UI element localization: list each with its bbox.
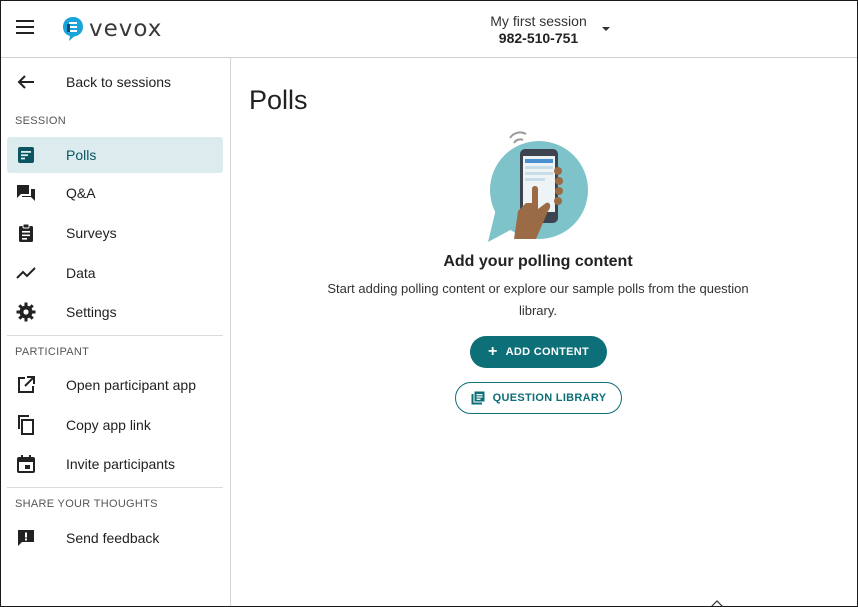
back-to-sessions-link[interactable]: Back to sessions	[7, 64, 223, 100]
page-title: Polls	[249, 85, 308, 115]
calendar-icon	[16, 454, 36, 474]
section-session-label: SESSION	[15, 115, 67, 127]
sidebar-item-label: Invite participants	[66, 456, 175, 472]
session-name: My first session	[490, 13, 587, 29]
hamburger-menu-icon[interactable]	[16, 20, 36, 36]
sidebar: Back to sessions SESSION Polls Q&A Surve…	[1, 58, 231, 606]
sidebar-divider	[7, 487, 223, 488]
back-label: Back to sessions	[66, 74, 172, 90]
vevox-logo[interactable]: vevox	[62, 16, 162, 42]
open-external-icon	[16, 375, 36, 395]
section-participant-label: PARTICIPANT	[15, 346, 90, 358]
sidebar-item-label: Data	[66, 265, 96, 281]
sidebar-item-data[interactable]: Data	[7, 255, 223, 291]
question-library-button[interactable]: QUESTION LIBRARY	[455, 382, 622, 414]
sidebar-item-label: Send feedback	[66, 530, 160, 546]
session-code: 982-510-751	[498, 30, 579, 46]
sidebar-item-qa[interactable]: Q&A	[7, 175, 223, 211]
add-content-label: ADD CONTENT	[505, 346, 589, 358]
sidebar-item-polls[interactable]: Polls	[7, 137, 223, 173]
sidebar-item-send-feedback[interactable]: Send feedback	[7, 520, 223, 556]
gear-icon	[16, 302, 36, 322]
plus-icon: +	[487, 343, 498, 360]
sidebar-item-invite-participants[interactable]: Invite participants	[7, 446, 223, 482]
library-icon	[471, 391, 485, 405]
sidebar-item-label: Settings	[66, 304, 117, 320]
session-selector[interactable]: My first session 982-510-751	[471, 13, 606, 47]
arrow-left-icon	[16, 72, 36, 92]
sidebar-item-open-participant-app[interactable]: Open participant app	[7, 367, 223, 403]
vevox-logo-icon	[63, 17, 83, 41]
qa-icon	[16, 183, 36, 203]
copy-icon	[16, 415, 36, 435]
chevron-up-icon[interactable]	[710, 599, 724, 607]
sidebar-divider	[7, 335, 223, 336]
main-content: Polls Add your polling content Start add…	[232, 58, 857, 606]
sidebar-item-label: Copy app link	[66, 417, 151, 433]
app-window: vevox My first session 982-510-751 Back …	[0, 0, 858, 607]
sidebar-item-surveys[interactable]: Surveys	[7, 215, 223, 251]
top-bar: vevox My first session 982-510-751	[1, 1, 857, 58]
empty-state-title: Add your polling content	[443, 253, 633, 270]
polls-icon	[16, 145, 36, 165]
sidebar-item-settings[interactable]: Settings	[7, 294, 223, 330]
add-content-button[interactable]: + ADD CONTENT	[470, 336, 607, 368]
sidebar-item-label: Q&A	[66, 185, 96, 201]
logo-text: vevox	[89, 16, 163, 42]
chart-line-icon	[16, 263, 36, 283]
sidebar-item-label: Polls	[66, 147, 97, 163]
feedback-icon	[16, 528, 36, 548]
polling-illustration	[488, 131, 590, 243]
caret-down-icon[interactable]	[602, 27, 610, 31]
sidebar-item-label: Surveys	[66, 225, 117, 241]
sidebar-item-label: Open participant app	[66, 377, 196, 393]
empty-state-description: Start adding polling content or explore …	[327, 281, 749, 318]
section-feedback-label: SHARE YOUR THOUGHTS	[15, 498, 158, 510]
clipboard-icon	[16, 223, 36, 243]
question-library-label: QUESTION LIBRARY	[492, 392, 607, 404]
sidebar-item-copy-app-link[interactable]: Copy app link	[7, 407, 223, 443]
